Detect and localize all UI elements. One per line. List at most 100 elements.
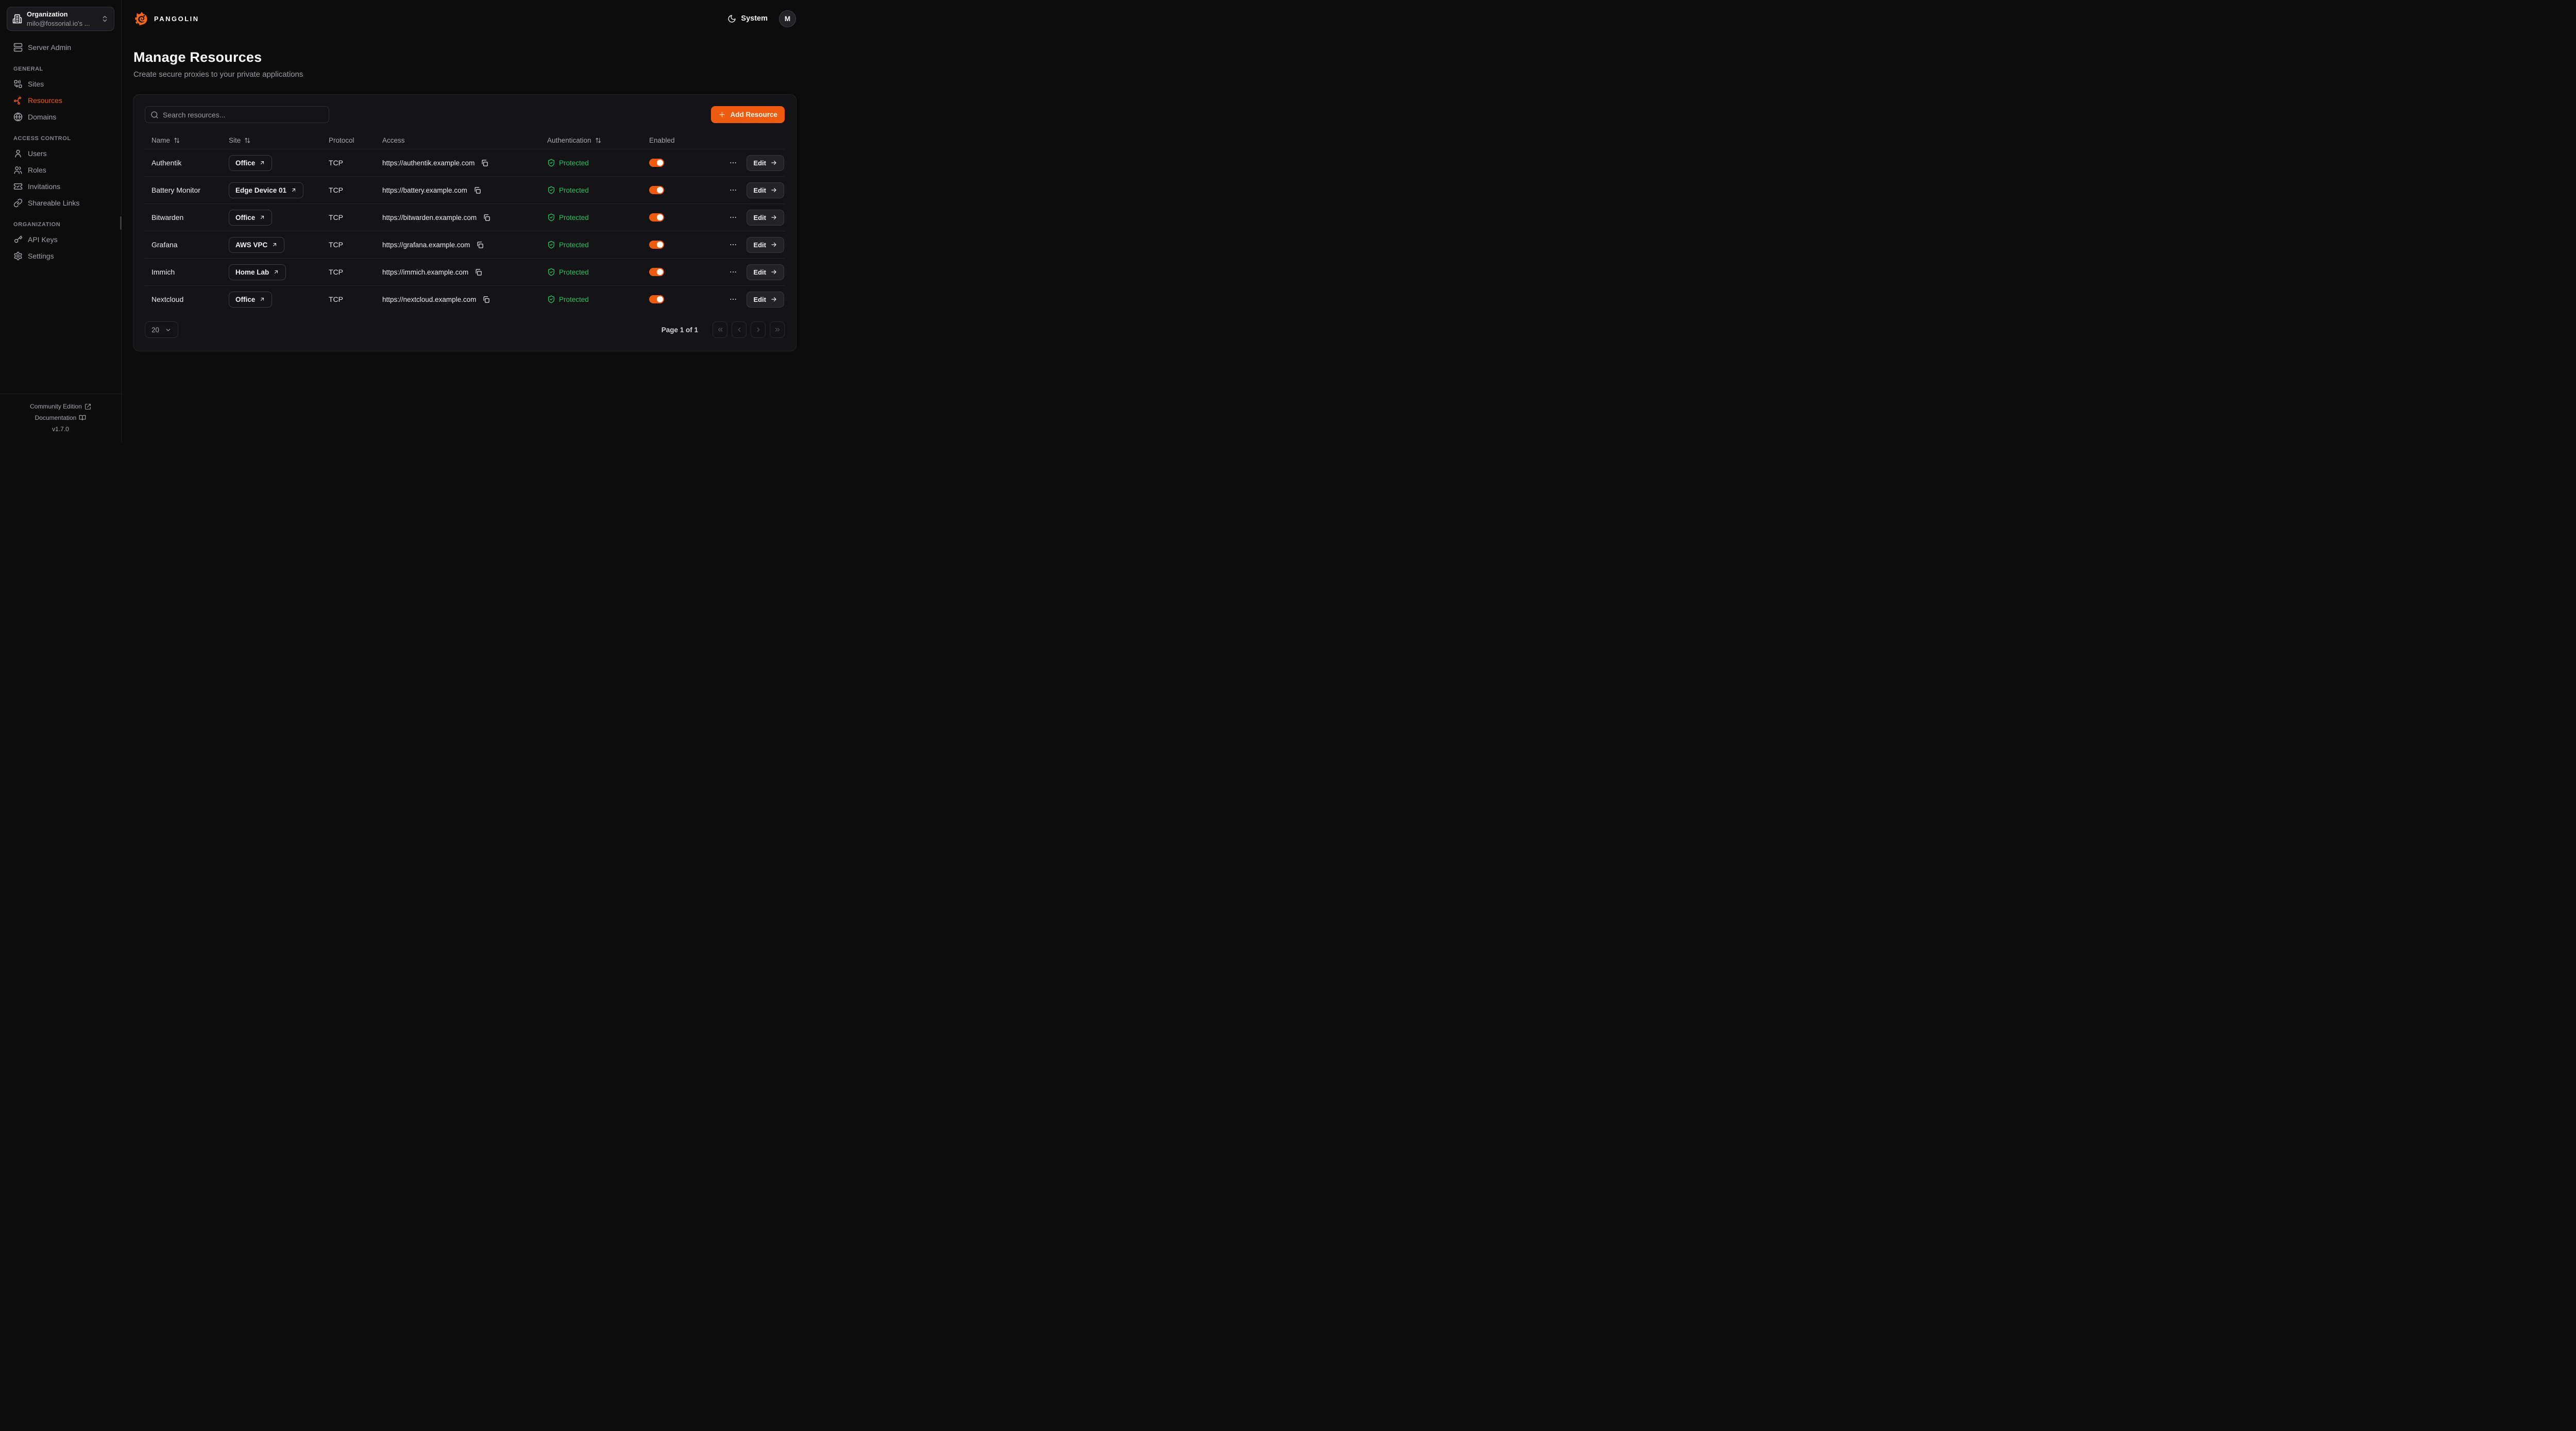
- enabled-toggle[interactable]: [649, 159, 664, 167]
- arrow-up-right-icon: [259, 296, 265, 302]
- chevron-down-icon: [165, 327, 172, 333]
- last-page-button[interactable]: [770, 321, 785, 338]
- shield-check-icon: [547, 295, 555, 303]
- site-link-button[interactable]: Office: [229, 292, 272, 308]
- copy-url-button[interactable]: [480, 158, 489, 168]
- enabled-toggle[interactable]: [649, 186, 664, 195]
- edit-button[interactable]: Edit: [747, 292, 784, 308]
- column-header-site[interactable]: Site: [222, 137, 322, 144]
- ticket-check-icon: [13, 182, 23, 191]
- sidebar-item-api-keys[interactable]: API Keys: [7, 231, 114, 248]
- server-icon: [13, 43, 23, 52]
- site-link-button[interactable]: Office: [229, 210, 272, 226]
- shield-check-icon: [547, 186, 555, 194]
- previous-page-button[interactable]: [732, 321, 747, 338]
- copy-icon: [474, 268, 482, 276]
- sidebar-item-label: Domains: [28, 113, 56, 121]
- page-subtitle: Create secure proxies to your private ap…: [133, 70, 796, 79]
- resource-protocol: TCP: [322, 268, 376, 276]
- first-page-button[interactable]: [713, 321, 727, 338]
- chevrons-right-icon: [774, 326, 781, 333]
- org-selector-label: Organization: [27, 10, 96, 19]
- sidebar-item-label: Roles: [28, 166, 46, 174]
- sort-icon: [174, 137, 180, 144]
- row-menu-button[interactable]: [727, 212, 739, 223]
- row-menu-button[interactable]: [727, 157, 739, 168]
- site-link-button[interactable]: Office: [229, 155, 272, 171]
- resources-icon: [13, 96, 23, 105]
- sort-icon: [244, 137, 251, 144]
- edit-button[interactable]: Edit: [747, 182, 784, 198]
- page-size-value: 20: [151, 326, 159, 334]
- sidebar-item-sites[interactable]: Sites: [7, 76, 114, 92]
- edit-button[interactable]: Edit: [747, 210, 784, 226]
- enabled-toggle[interactable]: [649, 213, 664, 222]
- sidebar-item-roles[interactable]: Roles: [7, 162, 114, 178]
- row-menu-button[interactable]: [727, 184, 739, 196]
- user-avatar[interactable]: M: [779, 10, 796, 27]
- ellipsis-icon: [729, 213, 737, 222]
- documentation-link[interactable]: Documentation: [0, 412, 121, 423]
- row-menu-button[interactable]: [727, 239, 739, 250]
- site-name: AWS VPC: [235, 241, 267, 249]
- page-size-select[interactable]: 20: [145, 321, 178, 338]
- edit-button[interactable]: Edit: [747, 264, 784, 280]
- next-page-button[interactable]: [751, 321, 766, 338]
- copy-url-button[interactable]: [473, 267, 483, 277]
- org-selector[interactable]: Organization milo@fossorial.io's ...: [7, 7, 114, 31]
- edit-button[interactable]: Edit: [747, 237, 784, 253]
- table-row: Bitwarden Office TCP https://bitwarden.e…: [145, 203, 785, 231]
- chevron-left-icon: [736, 326, 743, 333]
- resource-name: Nextcloud: [145, 295, 222, 303]
- table-body: Authentik Office TCP https://authentik.e…: [145, 149, 785, 313]
- sidebar-item-shareable-links[interactable]: Shareable Links: [7, 195, 114, 211]
- sidebar-item-settings[interactable]: Settings: [7, 248, 114, 264]
- copy-url-button[interactable]: [481, 295, 491, 304]
- column-header-name[interactable]: Name: [145, 137, 222, 144]
- topbar: PANGOLIN System M: [122, 0, 808, 37]
- sidebar-item-resources[interactable]: Resources: [7, 92, 114, 109]
- auth-status-label: Protected: [559, 268, 589, 276]
- column-header-access: Access: [376, 137, 540, 144]
- sidebar-scrollbar-thumb[interactable]: [120, 216, 122, 230]
- column-header-authentication[interactable]: Authentication: [540, 137, 642, 144]
- site-name: Office: [235, 296, 255, 303]
- sidebar-item-label: Sites: [28, 80, 44, 88]
- moon-icon: [727, 14, 736, 23]
- arrow-right-icon: [770, 241, 777, 248]
- key-icon: [13, 235, 23, 244]
- sidebar-item-domains[interactable]: Domains: [7, 109, 114, 125]
- edit-button-label: Edit: [753, 186, 766, 194]
- enabled-toggle[interactable]: [649, 295, 664, 304]
- brand-logo[interactable]: PANGOLIN: [133, 11, 199, 27]
- globe-icon: [13, 112, 23, 122]
- auth-status-badge: Protected: [547, 295, 589, 303]
- site-link-button[interactable]: Home Lab: [229, 264, 286, 280]
- sidebar-item-server-admin[interactable]: Server Admin: [7, 39, 114, 56]
- sidebar-item-users[interactable]: Users: [7, 145, 114, 162]
- app-version: v1.7.0: [0, 423, 121, 435]
- table-row: Battery Monitor Edge Device 01 TCP https…: [145, 176, 785, 203]
- copy-icon: [481, 159, 488, 167]
- copy-url-button[interactable]: [482, 213, 492, 223]
- auth-status-badge: Protected: [547, 241, 589, 249]
- copy-url-button[interactable]: [475, 240, 485, 250]
- brand-name: PANGOLIN: [154, 15, 199, 23]
- search-input[interactable]: [145, 106, 329, 123]
- sidebar-item-label: Invitations: [28, 182, 60, 191]
- resource-url: https://nextcloud.example.com: [382, 296, 476, 303]
- theme-selector[interactable]: System: [727, 14, 768, 23]
- copy-url-button[interactable]: [472, 185, 482, 195]
- sidebar-item-invitations[interactable]: Invitations: [7, 178, 114, 195]
- sidebar-item-label: Users: [28, 149, 47, 158]
- enabled-toggle[interactable]: [649, 268, 664, 277]
- row-menu-button[interactable]: [727, 294, 739, 305]
- community-edition-link[interactable]: Community Edition: [0, 401, 121, 412]
- site-link-button[interactable]: Edge Device 01: [229, 182, 303, 198]
- add-resource-button[interactable]: Add Resource: [711, 106, 785, 123]
- site-link-button[interactable]: AWS VPC: [229, 237, 284, 253]
- row-menu-button[interactable]: [727, 266, 739, 278]
- auth-status-badge: Protected: [547, 268, 589, 276]
- enabled-toggle[interactable]: [649, 241, 664, 249]
- edit-button[interactable]: Edit: [747, 155, 784, 171]
